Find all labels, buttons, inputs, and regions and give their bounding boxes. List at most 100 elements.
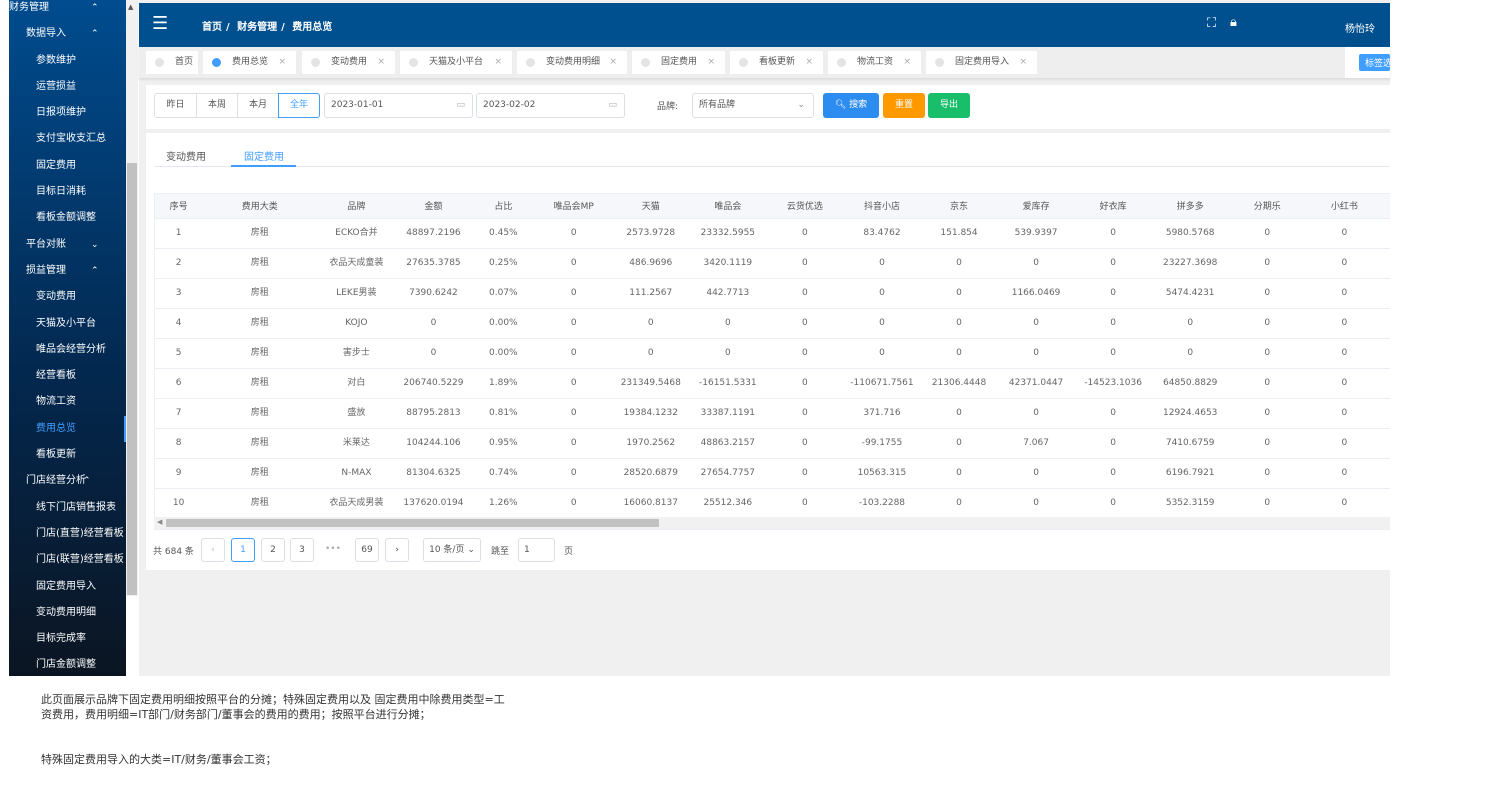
next-page-button[interactable]: › <box>385 538 409 562</box>
tab-item[interactable]: 固定费用 × <box>632 51 725 74</box>
column-header[interactable]: 拼多多 <box>1151 194 1229 219</box>
sidebar-item[interactable]: 数据导入 ⌃ <box>9 21 126 47</box>
sidebar-item[interactable]: 支付宝收支汇总 <box>9 126 126 152</box>
sidebar-item[interactable]: 运营损益 <box>9 74 126 100</box>
start-date-input[interactable]: 2023-01-01 ▭ <box>324 93 473 118</box>
tab-item[interactable]: 首页 <box>146 51 198 74</box>
column-header[interactable]: 云货优选 <box>766 194 844 219</box>
sidebar-item[interactable]: 费用总览 <box>9 415 126 443</box>
sidebar-scrollbar[interactable]: ▲ <box>126 0 138 596</box>
sidebar-item[interactable]: 变动费用明细 <box>9 600 126 626</box>
sidebar-item[interactable]: 平台对账 ⌄ <box>9 232 126 258</box>
range-year[interactable]: 全年 <box>278 93 320 118</box>
column-header[interactable]: 金额 <box>395 194 472 219</box>
close-icon[interactable]: × <box>278 51 286 74</box>
sidebar-item[interactable]: 经营看板 <box>9 363 126 389</box>
column-header[interactable]: 占比 <box>471 194 536 219</box>
sidebar-item[interactable]: 日报项维护 <box>9 100 126 126</box>
user-name[interactable]: 杨怡玲 <box>1345 20 1375 35</box>
close-icon[interactable]: × <box>494 51 502 74</box>
close-icon[interactable]: × <box>805 51 813 74</box>
sidebar-item[interactable]: 目标日消耗 <box>9 179 126 205</box>
reset-button[interactable]: 重置 <box>883 93 925 118</box>
fullscreen-icon[interactable]: ⛶ <box>1207 16 1216 31</box>
column-header[interactable]: 贝店 <box>1382 194 1390 219</box>
column-header[interactable]: 分期乐 <box>1228 194 1306 219</box>
sidebar-item[interactable]: 门店(直营)经营看板 <box>9 521 126 547</box>
tab-item[interactable]: 看板更新 × <box>730 51 823 74</box>
sidebar-item[interactable]: 看板金额调整 <box>9 205 126 231</box>
column-header[interactable]: 抖音小店 <box>843 194 921 219</box>
close-icon[interactable]: × <box>903 51 911 74</box>
lock-icon[interactable]: 🔒︎ <box>1230 15 1237 30</box>
column-header[interactable]: 唯品会MP <box>535 194 613 219</box>
sidebar-item[interactable]: 唯品会经营分析 <box>9 337 126 363</box>
export-button[interactable]: 导出 <box>928 93 970 118</box>
prev-page-button[interactable]: ‹ <box>201 538 225 562</box>
sidebar-item[interactable]: 门店经营分析 ⌃ <box>9 468 126 494</box>
close-icon[interactable]: × <box>707 51 715 74</box>
sidebar-item[interactable]: 财务管理 ⌃ <box>9 0 126 21</box>
page-size-select[interactable]: 10 条/页 ⌄ <box>423 538 481 562</box>
tab-item[interactable]: 变动费用 × <box>302 51 395 74</box>
column-header[interactable]: 京东 <box>920 194 998 219</box>
brand-select[interactable]: 所有品牌 ⌄ <box>692 93 814 118</box>
sidebar-item[interactable]: 目标完成率 <box>9 626 126 652</box>
breadcrumb-home[interactable]: 首页 <box>202 22 222 33</box>
close-icon[interactable]: × <box>609 51 617 74</box>
column-header[interactable]: 好衣库 <box>1074 194 1152 219</box>
range-week[interactable]: 本周 <box>196 93 238 118</box>
scrollbar-thumb[interactable] <box>127 163 137 595</box>
sidebar-item[interactable]: 变动费用 <box>9 284 126 310</box>
sidebar-item[interactable]: 损益管理 ⌃ <box>9 258 126 284</box>
tab-item[interactable]: 变动费用明细 × <box>517 51 627 74</box>
page-69[interactable]: 69 <box>355 538 379 562</box>
subtab-variable-cost[interactable]: 变动费用 <box>166 148 206 163</box>
table-cell: 7390.6242 <box>395 278 472 309</box>
search-button[interactable]: 🔍︎ 搜索 <box>823 93 879 118</box>
tab-item[interactable]: 天猫及小平台 × <box>400 51 512 74</box>
column-header[interactable]: 费用大类 <box>202 194 318 219</box>
chevron-up-icon[interactable]: ⌃ <box>91 21 99 47</box>
sidebar-item[interactable]: 参数维护 <box>9 48 126 74</box>
column-header[interactable]: 序号 <box>155 194 203 219</box>
tab-item[interactable]: 物流工资 × <box>828 51 921 74</box>
sidebar-item[interactable]: 门店金额调整 <box>9 652 126 676</box>
end-date-input[interactable]: 2023-02-02 ▭ <box>476 93 625 118</box>
chevron-up-icon[interactable]: ⌃ <box>83 468 91 494</box>
close-icon[interactable]: × <box>377 51 385 74</box>
column-header[interactable]: 天猫 <box>612 194 690 219</box>
sidebar-item[interactable]: 线下门店销售报表 <box>9 495 126 521</box>
breadcrumb-finance[interactable]: 财务管理 <box>237 22 277 33</box>
table-horizontal-scrollbar[interactable]: ◀ <box>154 517 1390 529</box>
chevron-down-icon[interactable]: ⌄ <box>91 232 99 258</box>
subtab-fixed-cost[interactable]: 固定费用 <box>244 148 284 163</box>
scroll-up-icon[interactable]: ▲ <box>128 3 133 11</box>
page-1[interactable]: 1 <box>231 538 255 562</box>
sidebar-item[interactable]: 门店(联营)经营看板 <box>9 547 126 573</box>
chevron-up-icon[interactable]: ⌃ <box>91 258 99 284</box>
chevron-up-icon[interactable]: ⌃ <box>91 0 99 21</box>
menu-icon[interactable]: ☰ <box>152 15 168 33</box>
column-header[interactable]: 唯品会 <box>689 194 767 219</box>
scrollbar-thumb[interactable] <box>166 519 659 527</box>
range-yesterday[interactable]: 昨日 <box>154 93 197 118</box>
scroll-left-icon[interactable]: ◀ <box>157 518 162 526</box>
page-2[interactable]: 2 <box>261 538 285 562</box>
page-3[interactable]: 3 <box>290 538 314 562</box>
sidebar-item[interactable]: 固定费用导入 <box>9 574 126 600</box>
more-pages-icon[interactable]: ••• <box>325 544 341 554</box>
sidebar-item[interactable]: 天猫及小平台 <box>9 311 126 337</box>
column-header[interactable]: 小红书 <box>1305 194 1383 219</box>
tab-item[interactable]: 费用总览 × <box>203 51 296 74</box>
tab-item[interactable]: 固定费用导入 × <box>926 51 1037 74</box>
column-header[interactable]: 品牌 <box>317 194 396 219</box>
column-header[interactable]: 爱库存 <box>997 194 1075 219</box>
range-month[interactable]: 本月 <box>237 93 279 118</box>
jump-input[interactable]: 1 <box>518 538 555 562</box>
close-icon[interactable]: × <box>1019 51 1027 74</box>
sidebar-item[interactable]: 固定费用 <box>9 153 126 179</box>
sidebar-item[interactable]: 物流工资 <box>9 389 126 415</box>
sidebar-item[interactable]: 看板更新 <box>9 442 126 468</box>
tab-options-button[interactable]: 标签选项 <box>1359 54 1390 71</box>
